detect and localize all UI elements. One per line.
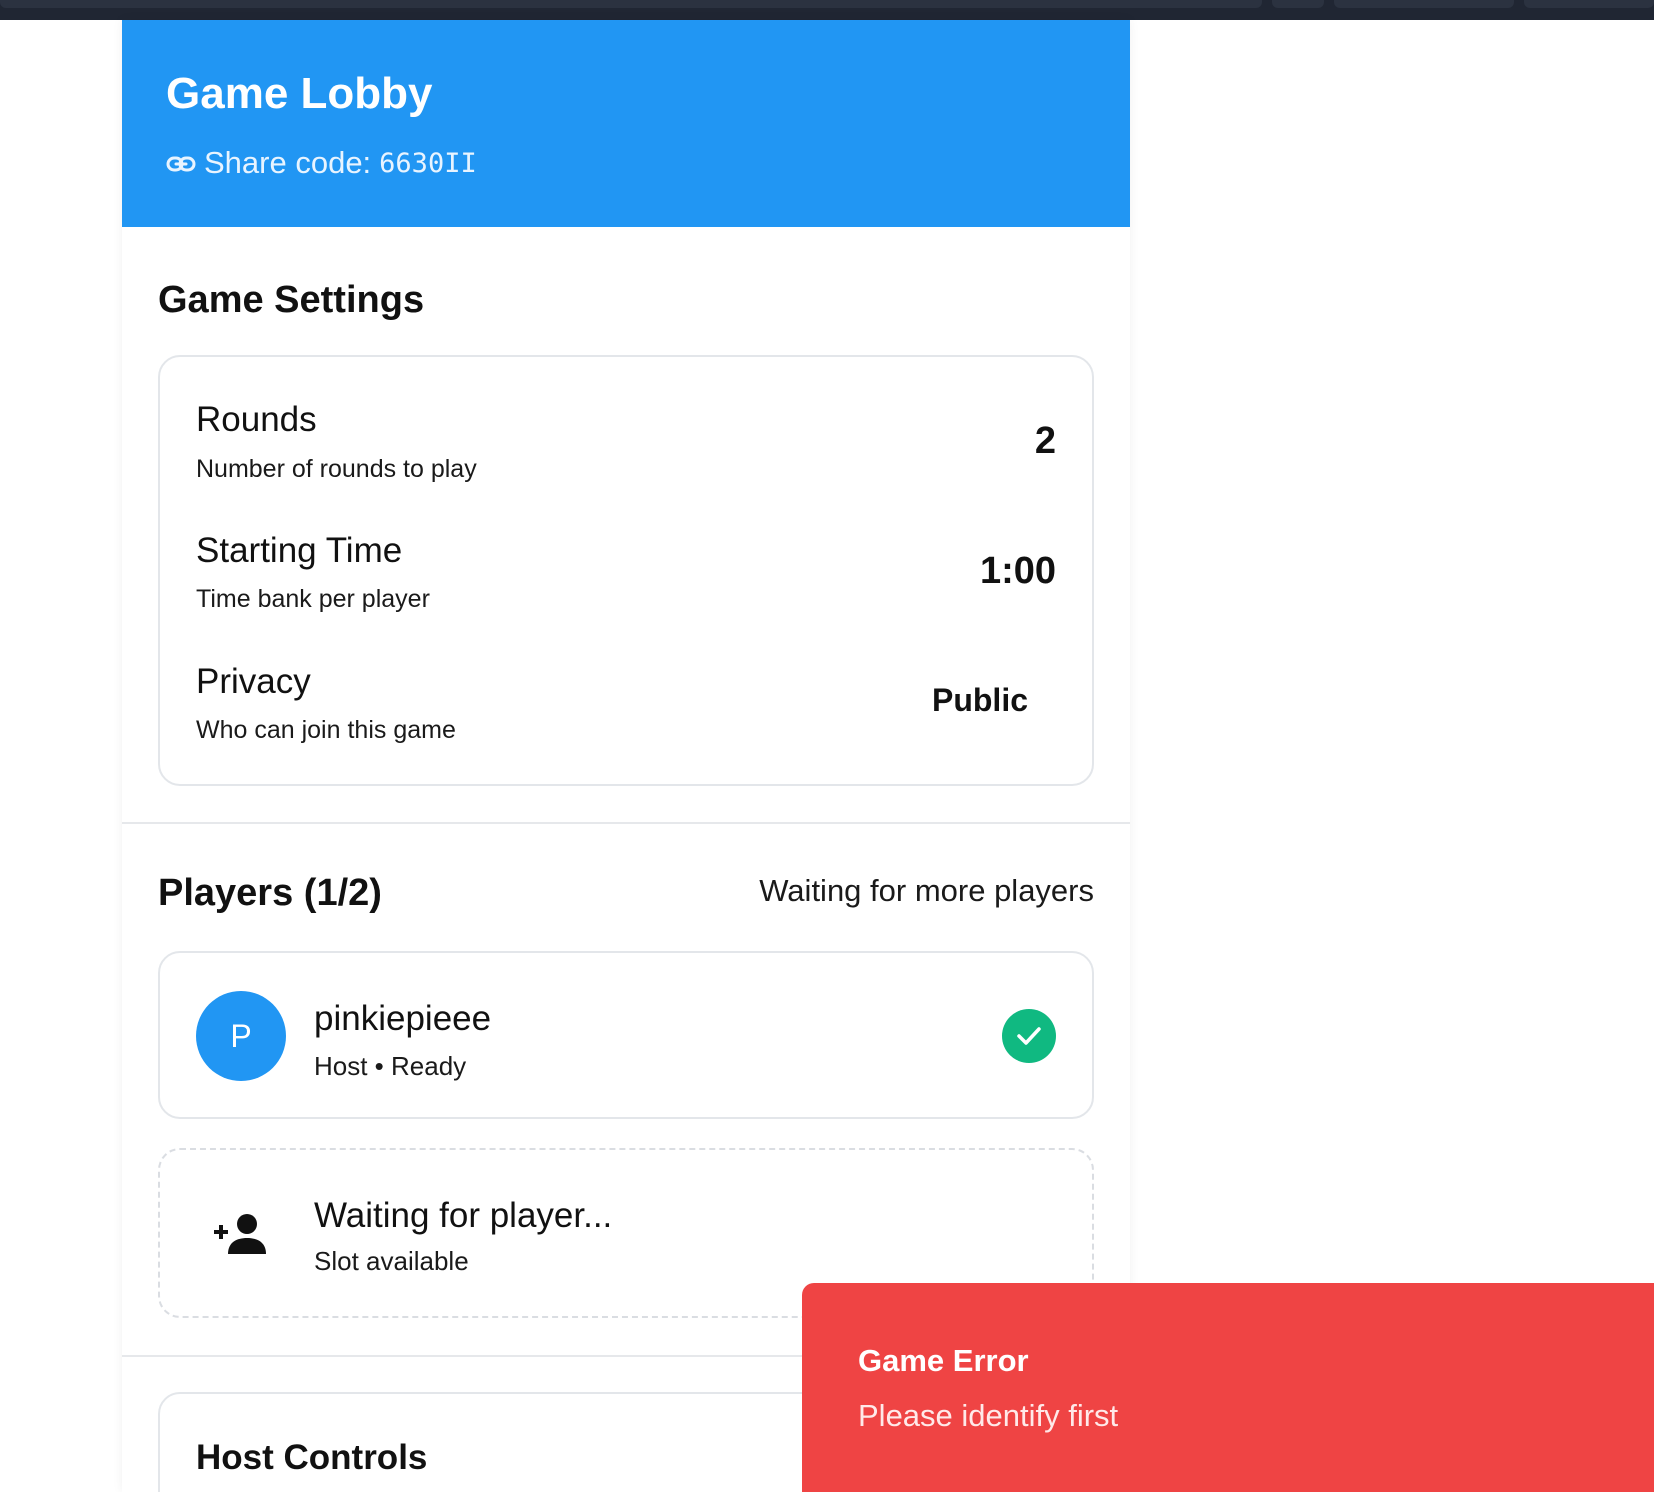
link-icon	[166, 145, 196, 181]
host-controls-title: Host Controls	[196, 1438, 428, 1477]
setting-description: Who can join this game	[196, 716, 456, 744]
settings-title: Game Settings	[158, 279, 425, 321]
setting-label: Rounds	[196, 400, 317, 439]
player-meta: Host • Ready	[314, 1051, 467, 1081]
toast-message: Please identify first	[858, 1398, 1119, 1433]
browser-topbar	[0, 0, 1654, 20]
setting-label: Starting Time	[196, 531, 403, 570]
empty-slot-title: Waiting for player...	[314, 1196, 613, 1235]
player-card[interactable]: P pinkiepieee Host • Ready	[158, 951, 1094, 1119]
share-code-row[interactable]: Share code: 6630II	[166, 145, 477, 181]
section-divider	[122, 822, 1130, 824]
browser-tab-strip[interactable]	[1524, 0, 1654, 8]
setting-description: Number of rounds to play	[196, 455, 477, 483]
setting-value[interactable]: 1:00	[980, 552, 1056, 590]
add-user-icon	[212, 1212, 268, 1256]
lobby-header: Game Lobby Share code: 6630II	[122, 20, 1130, 227]
share-code-label: Share code:	[204, 145, 372, 180]
browser-tab-strip[interactable]	[0, 0, 1262, 8]
setting-label: Privacy	[196, 662, 311, 701]
players-title: Players (1/2)	[158, 872, 382, 914]
lobby-panel: Game Lobby Share code: 6630II Game Setti…	[122, 20, 1130, 1492]
toast-title: Game Error	[858, 1343, 1029, 1378]
avatar: P	[196, 991, 286, 1081]
error-toast[interactable]: Game Error Please identify first	[802, 1283, 1654, 1492]
browser-tab-strip[interactable]	[1272, 0, 1324, 8]
browser-tab-strip[interactable]	[1334, 0, 1514, 8]
setting-value[interactable]: 2	[1035, 422, 1056, 460]
setting-value[interactable]: Public	[932, 684, 1028, 716]
player-name: pinkiepieee	[314, 999, 492, 1038]
setting-description: Time bank per player	[196, 585, 430, 613]
check-icon	[1002, 1009, 1056, 1063]
share-code-value[interactable]: 6630II	[379, 148, 477, 179]
empty-slot-description: Slot available	[314, 1246, 469, 1276]
settings-card: Rounds Number of rounds to play 2 Starti…	[158, 355, 1094, 786]
players-status: Waiting for more players	[759, 873, 1094, 908]
page-title: Game Lobby	[166, 69, 433, 118]
